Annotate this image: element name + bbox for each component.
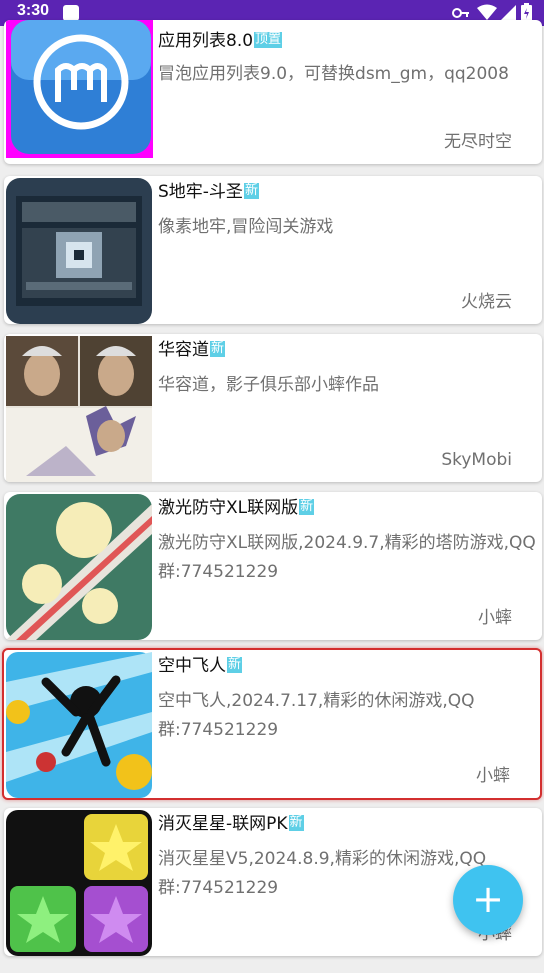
status-time: 3:30 <box>17 2 50 19</box>
new-badge: 新 <box>288 815 304 831</box>
app-description: 空中飞人,2024.7.17,精彩的休闲游戏,QQ群:774521229 <box>158 691 475 740</box>
app-author: 小蟀 <box>478 608 512 628</box>
app-description: 华容道，影子俱乐部小蟀作品 <box>158 375 379 395</box>
new-badge: 新 <box>299 499 315 515</box>
pinned-badge: 顶置 <box>254 32 283 48</box>
app-description: 冒泡应用列表9.0，可替换dsm_gm，qq2008 <box>158 64 509 84</box>
sky-flyer-icon <box>6 652 152 798</box>
app-title-text: 华容道 <box>158 340 209 360</box>
new-badge: 新 <box>210 341 226 357</box>
app-title-text: 激光防守XL联网版 <box>158 498 299 518</box>
app-card-selected[interactable]: 空中飞人新 空中飞人,2024.7.17,精彩的休闲游戏,QQ群:7745212… <box>2 648 542 800</box>
app-title: 空中飞人新 <box>158 651 243 676</box>
app-list-icon <box>6 20 153 158</box>
app-title: S地牢-斗圣新 <box>158 177 259 202</box>
laser-defense-icon <box>6 494 152 640</box>
app-description: 激光防守XL联网版,2024.9.7,精彩的塔防游戏,QQ群:774521229 <box>158 533 536 582</box>
vpn-key-icon <box>452 8 469 18</box>
app-card[interactable]: S地牢-斗圣新 像素地牢,冒险闯关游戏 火烧云 <box>4 176 542 324</box>
app-title-text: 消灭星星-联网PK <box>158 814 288 834</box>
app-card[interactable]: 应用列表8.0 顶置 冒泡应用列表9.0，可替换dsm_gm，qq2008 无尽时… <box>4 20 542 164</box>
new-badge: 新 <box>243 183 259 199</box>
pop-star-icon <box>6 810 152 956</box>
app-title: 激光防守XL联网版新 <box>158 493 315 518</box>
app-title-text: 应用列表8.0 <box>158 31 254 51</box>
signal-icon <box>500 5 516 21</box>
app-title: 消灭星星-联网PK 新 <box>158 809 304 834</box>
wifi-icon <box>477 4 497 20</box>
app-author: 小蟀 <box>476 766 510 786</box>
app-author: 无尽时空 <box>444 132 512 152</box>
app-card[interactable]: 华容道新 华容道，影子俱乐部小蟀作品 SkyMobi <box>4 334 542 482</box>
dungeon-chest-icon <box>6 178 152 324</box>
app-author: 火烧云 <box>461 292 512 312</box>
app-title: 应用列表8.0 顶置 <box>158 26 283 51</box>
huarongdao-icon <box>6 336 152 482</box>
app-description: 像素地牢,冒险闯关游戏 <box>158 217 334 237</box>
app-title: 华容道新 <box>158 335 226 360</box>
app-author: SkyMobi <box>441 450 512 470</box>
app-card[interactable]: 激光防守XL联网版新 激光防守XL联网版,2024.9.7,精彩的塔防游戏,QQ… <box>4 492 542 640</box>
add-button[interactable]: + <box>453 865 523 935</box>
app-title-text: 空中飞人 <box>158 656 226 676</box>
new-badge: 新 <box>227 657 243 673</box>
app-title-text: S地牢-斗圣 <box>158 182 243 202</box>
